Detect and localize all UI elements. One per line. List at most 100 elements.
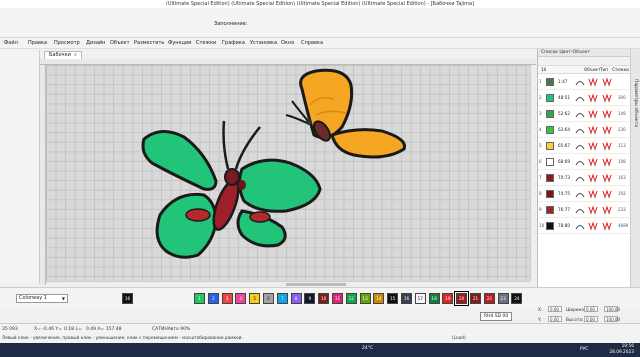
palette-chip[interactable]: 13 — [359, 293, 371, 304]
colorway-select[interactable]: Colorway 1 ▼ — [16, 294, 68, 303]
palette-chip[interactable]: 17 — [414, 293, 426, 304]
object-row[interactable]: 5 65:67 113 — [538, 138, 630, 154]
palette-chip[interactable]: 4 — [235, 293, 247, 304]
design-canvas[interactable] — [46, 65, 530, 281]
row-range: 52:62 — [558, 111, 571, 116]
object-row[interactable]: 8 74:75 192 — [538, 186, 630, 202]
menu-settings[interactable]: Установка — [250, 40, 277, 46]
palette-chip[interactable]: 12 — [345, 293, 357, 304]
menu-file[interactable]: Файл — [4, 40, 18, 46]
palette-chip[interactable]: 24 — [511, 293, 523, 304]
row-number: 7 — [539, 175, 542, 180]
horizontal-scroll-thumb[interactable] — [286, 283, 346, 286]
y-field[interactable]: 0.00 — [548, 316, 562, 322]
object-row[interactable]: 9 76:77 233 — [538, 202, 630, 218]
row-range: 65:67 — [558, 143, 571, 148]
palette-chip[interactable]: 10 — [318, 293, 330, 304]
status-y: 0.18 L= — [64, 327, 82, 332]
vertical-scrollbar[interactable] — [530, 65, 536, 281]
palette-chip[interactable]: 16 — [401, 293, 412, 304]
object-thumbnail-icon — [575, 225, 585, 230]
left-toolbox — [0, 50, 40, 284]
x-label: X: — [538, 307, 543, 312]
palette-chip[interactable]: 20 — [454, 291, 470, 306]
palette-chip[interactable]: 7 — [276, 293, 288, 304]
object-row[interactable]: 3 52:62 149 — [538, 106, 630, 122]
row-number: 9 — [539, 207, 542, 212]
weather-text: 24°C — [362, 346, 374, 351]
palette-chip[interactable]: 8 — [290, 293, 302, 304]
object-params-tab[interactable]: Параметры объекта — [630, 49, 640, 287]
palette-chip[interactable]: 14 — [373, 293, 385, 304]
stitch-type-icon — [602, 77, 612, 87]
height-field[interactable]: 0.00 — [584, 316, 598, 322]
palette-chip[interactable]: 9 — [304, 293, 316, 304]
butterflies-artwork — [141, 68, 407, 259]
row-color-swatch — [546, 222, 554, 230]
palette-chip[interactable]: 19 — [442, 293, 454, 304]
tab-butterflies[interactable]: Бабочки x — [44, 51, 82, 59]
satin-stitch-icon — [588, 125, 598, 135]
palette-chip[interactable]: 2 — [207, 293, 219, 304]
object-row[interactable]: 6 68:69 108 — [538, 154, 630, 170]
clock-date: 28.09.2023 — [609, 350, 634, 355]
menu-window[interactable]: Окно — [281, 40, 294, 46]
object-row[interactable]: 4 63:64 230 — [538, 122, 630, 138]
stitch-type-icon — [602, 141, 612, 151]
palette-chip[interactable]: 5 — [249, 293, 261, 304]
menu-view[interactable]: Просмотр — [54, 40, 80, 46]
row-stitch-count: 233 — [618, 207, 626, 212]
palette-chip[interactable]: 15 — [387, 293, 399, 304]
y-label: Y: — [538, 317, 542, 322]
x-field[interactable]: 0.00 — [548, 306, 562, 312]
palette-chip[interactable]: 21 — [470, 293, 481, 304]
object-thumbnail-icon — [575, 129, 585, 134]
object-row[interactable]: 1 1:47 — [538, 74, 630, 90]
palette-chip[interactable]: 16 — [122, 293, 133, 304]
palette-chip[interactable]: 23 — [497, 293, 509, 304]
menu-object[interactable]: Объект — [110, 40, 130, 46]
satin-stitch-icon — [588, 173, 598, 183]
tab-close-icon[interactable]: x — [74, 52, 77, 58]
menu-edit[interactable]: Правка — [28, 40, 47, 46]
palette-chip[interactable]: 22 — [483, 293, 495, 304]
side-tab-label: Параметры объекта — [633, 79, 638, 127]
palette-chip[interactable]: 6 — [263, 293, 274, 304]
row-range: 63:64 — [558, 127, 571, 132]
palette-chip[interactable]: 3 — [221, 293, 233, 304]
stitch-type-icon — [602, 189, 612, 199]
row-number: 1 — [539, 79, 542, 84]
col-num: 10 — [541, 67, 547, 72]
object-row[interactable]: 2 48:51 300 — [538, 90, 630, 106]
object-row[interactable]: 7 70:73 163 — [538, 170, 630, 186]
menu-graphics[interactable]: Графика — [222, 40, 245, 46]
height-pct-field[interactable]: 100.00 — [604, 316, 620, 322]
chevron-down-icon: ▼ — [61, 296, 65, 301]
green-butterfly — [141, 120, 322, 259]
row-color-swatch — [546, 94, 554, 102]
menu-design[interactable]: Дизайн — [86, 40, 105, 46]
clock: 10:56 28.09.2023 — [609, 344, 634, 356]
width-label: Ширина: — [566, 307, 586, 312]
menu-arrange[interactable]: Разместить — [134, 40, 164, 46]
width-field[interactable]: 0.00 — [584, 306, 598, 312]
taskbar: 24°C РУС 10:56 28.09.2023 — [0, 343, 640, 357]
width-pct-field[interactable]: 100.00 — [604, 306, 620, 312]
row-range: 78:80 — [558, 223, 571, 228]
app-window: (Ultimate Special Edition) (Ultimate Spe… — [0, 0, 640, 357]
tab-label: Бабочки — [49, 52, 71, 58]
horizontal-scrollbar[interactable] — [46, 281, 530, 286]
palette-chip[interactable]: 11 — [332, 293, 343, 304]
menu-functions[interactable]: Функции — [168, 40, 191, 46]
row-number: 3 — [539, 111, 542, 116]
hint-text: Левый клик - увеличение, правый клик - у… — [2, 336, 243, 341]
row-color-swatch — [546, 174, 554, 182]
language-indicator[interactable]: РУС — [580, 347, 588, 352]
palette-chip[interactable]: 1 — [194, 293, 205, 304]
object-row[interactable]: 10 78:80 4689 — [538, 218, 630, 234]
object-thumbnail-icon — [575, 161, 585, 166]
window-title: (Ultimate Special Edition) (Ultimate Spe… — [0, 0, 640, 8]
menu-stitches[interactable]: Стежки — [196, 40, 216, 46]
palette-chip[interactable]: 18 — [428, 293, 440, 304]
menu-help[interactable]: Справка — [301, 40, 323, 46]
